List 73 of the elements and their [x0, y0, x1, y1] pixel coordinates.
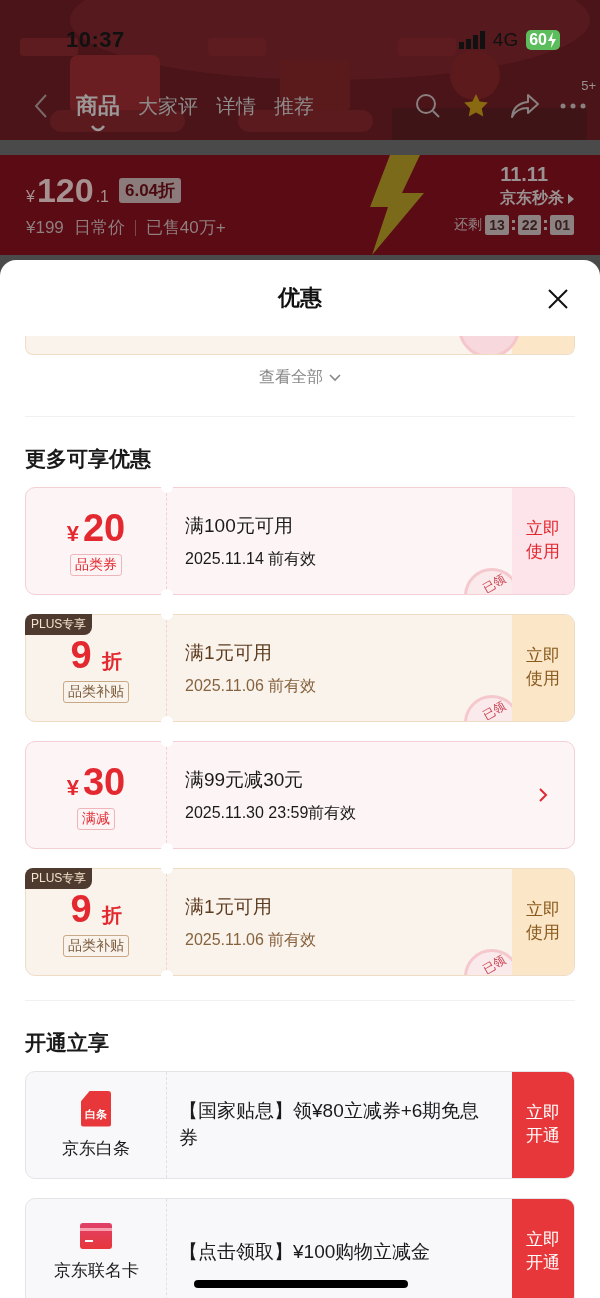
countdown-digit: 01	[550, 215, 574, 235]
network-label: 4G	[492, 29, 519, 51]
coupon-tag: 品类补贴	[63, 934, 129, 957]
discount-unit: 折	[101, 902, 122, 928]
countdown-label: 还剩	[454, 216, 483, 234]
nav-tab[interactable]: 详情	[210, 92, 262, 132]
event-logo: 11.11	[500, 163, 548, 186]
credit-card-icon	[80, 1222, 112, 1249]
triangle-right-icon	[568, 193, 574, 204]
countdown-digit: 13	[485, 215, 509, 235]
nav-tab[interactable]: 推荐	[268, 92, 320, 132]
close-icon[interactable]	[547, 288, 569, 310]
chevron-right-icon[interactable]	[538, 787, 548, 803]
claimed-stamp-label: 已领	[480, 953, 508, 975]
section-title: 更多可享优惠	[25, 446, 152, 472]
coupon-condition: 满1元可用	[185, 894, 273, 919]
use-now-button[interactable]: 立即使用	[512, 615, 574, 721]
signal-icon	[458, 31, 487, 49]
claimed-stamp-label: 已领	[480, 699, 508, 721]
coupon-validity: 2025.11.14 前有效	[185, 548, 318, 569]
coupon-validity: 2025.11.06 前有效	[185, 929, 318, 950]
coupon-amount: 20	[83, 506, 126, 550]
offer-description: 【点击领取】¥100购物立减金	[178, 1239, 432, 1264]
coupon-tag: 品类补贴	[63, 680, 129, 703]
original-price: ¥199	[26, 217, 64, 238]
back-icon[interactable]	[34, 93, 48, 119]
use-now-button[interactable]: 立即使用	[512, 869, 574, 975]
clock-time: 10:37	[66, 27, 125, 53]
nav-tab[interactable]: 商品	[70, 91, 126, 133]
plus-badge: PLUS专享	[25, 614, 93, 635]
countdown-digit: 22	[517, 215, 542, 235]
coupon-condition: 满99元减30元	[185, 767, 305, 792]
original-price-label: 日常价	[73, 217, 125, 239]
offer-name: 京东联名卡	[53, 1259, 139, 1282]
currency-sign: ¥	[26, 188, 35, 206]
offer-card[interactable]: 京东联名卡 【点击领取】¥100购物立减金 立即开通	[25, 1198, 575, 1298]
share-icon[interactable]	[510, 93, 540, 119]
section-title: 开通立享	[25, 1030, 110, 1056]
baitiao-icon: 白条	[81, 1090, 111, 1127]
coupon-condition: 满100元可用	[185, 513, 294, 538]
coupon-tag: 满减	[77, 807, 115, 830]
coupon-condition: 满1元可用	[185, 640, 273, 665]
sold-count: 已售40万+	[145, 217, 226, 239]
currency-sign: ¥	[66, 774, 79, 801]
claimed-stamp-label: 已领	[480, 572, 508, 594]
offer-card[interactable]: 白条 京东白条 【国家贴息】领¥80立减券+6期免息券 立即开通	[25, 1071, 575, 1179]
coupon-validity: 2025.11.30 23:59前有效	[185, 802, 358, 823]
chevron-down-icon	[329, 373, 341, 382]
discount-unit: 折	[101, 648, 122, 674]
more-icon[interactable]	[560, 103, 586, 109]
sheet-title: 优惠	[278, 284, 322, 312]
battery-indicator: 60	[526, 30, 560, 50]
currency-sign: ¥	[66, 520, 79, 547]
offer-name: 京东白条	[62, 1137, 130, 1160]
message-count: 5+	[581, 78, 596, 93]
nav-tab[interactable]: 大家评	[132, 92, 204, 132]
coupon-tag: 品类券	[70, 553, 122, 576]
open-now-button[interactable]: 立即开通	[512, 1199, 574, 1298]
price-value: 120	[36, 171, 94, 210]
coupon-amount: 9	[70, 887, 92, 931]
view-all-link[interactable]: 查看全部	[259, 367, 341, 388]
coupon-amount: 9	[70, 633, 92, 677]
tab-indicator-icon	[90, 125, 106, 133]
coupon-validity: 2025.11.06 前有效	[185, 675, 318, 696]
price-decimal: .1	[95, 188, 109, 206]
discount-badge: 6.04折	[119, 178, 182, 203]
coupon-amount: 30	[83, 760, 126, 804]
flash-sale-link[interactable]: 京东秒杀	[500, 188, 574, 209]
use-now-button[interactable]: 立即使用	[512, 488, 574, 594]
search-icon[interactable]	[414, 92, 442, 120]
plus-badge: PLUS专享	[25, 868, 93, 889]
offer-description: 【国家贴息】领¥80立减券+6期免息券	[178, 1099, 481, 1150]
open-now-button[interactable]: 立即开通	[512, 1072, 574, 1178]
